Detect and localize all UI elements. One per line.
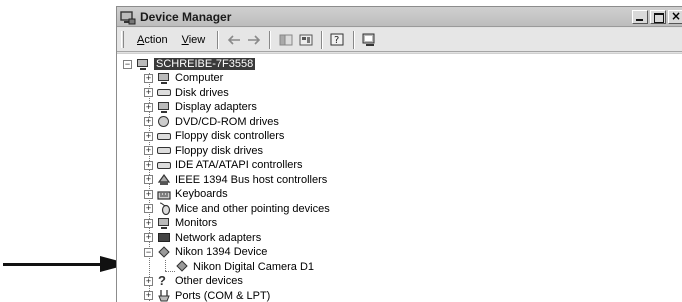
tree-item-monitors[interactable]: + Monitors: [144, 216, 217, 230]
toolbar-separator: [269, 30, 272, 49]
expand-expander[interactable]: +: [144, 73, 153, 83]
tree-item-ide-controllers[interactable]: + IDE ATA/ATAPI controllers: [144, 158, 303, 172]
tree-item-ieee1394[interactable]: + IEEE 1394 Bus host controllers: [144, 173, 327, 187]
tree-item-label: Keyboards: [175, 188, 228, 200]
collapse-expander[interactable]: −: [123, 59, 132, 69]
expand-expander[interactable]: +: [144, 276, 153, 286]
tree-item-label: IDE ATA/ATAPI controllers: [175, 159, 303, 171]
help-icon[interactable]: ?: [328, 31, 348, 49]
toolbar-separator: [353, 30, 356, 49]
unknown-device-icon: ?: [158, 272, 166, 288]
screenshot-stage: Device Manager × Action View ? − SCHREIB…: [0, 0, 682, 302]
tree-item-mice[interactable]: + Mice and other pointing devices: [144, 202, 330, 216]
tree-item-dvd-cdrom[interactable]: + DVD/CD-ROM drives: [144, 115, 279, 129]
expand-expander[interactable]: +: [144, 160, 153, 170]
tree-root[interactable]: − SCHREIBE-7F3558: [123, 57, 256, 71]
tree-item-floppy-drives[interactable]: + Floppy disk drives: [144, 144, 263, 158]
back-icon[interactable]: [224, 31, 244, 49]
monitor-icon: [157, 217, 171, 230]
collapse-expander[interactable]: −: [144, 247, 153, 257]
expand-expander[interactable]: +: [144, 102, 153, 112]
minimize-button[interactable]: [632, 10, 648, 24]
toolbar-grip[interactable]: [121, 31, 124, 48]
root-label: SCHREIBE-7F3558: [154, 58, 256, 70]
device-manager-window: Device Manager × Action View ? − SCHREIB…: [116, 6, 682, 302]
tree-item-label: Network adapters: [175, 231, 262, 244]
tree-item-label: Other devices: [175, 275, 243, 287]
tree-item-disk-drives[interactable]: + Disk drives: [144, 86, 229, 100]
network-icon: [157, 231, 171, 244]
properties-icon[interactable]: [296, 31, 316, 49]
device-manager-icon: [120, 10, 136, 24]
dvd-drive-icon: [157, 115, 171, 128]
scan-hardware-icon[interactable]: [360, 31, 380, 49]
expand-expander[interactable]: +: [144, 175, 153, 184]
floppy-drive-icon: [157, 144, 171, 157]
tree-item-ports[interactable]: + Ports (COM & LPT): [144, 289, 270, 302]
show-hide-console-tree-icon[interactable]: [276, 31, 296, 49]
expand-expander[interactable]: +: [144, 88, 153, 97]
tree-item-display-adapters[interactable]: + Display adapters: [144, 100, 257, 114]
tree-item-label: Floppy disk drives: [175, 144, 264, 157]
title-bar[interactable]: Device Manager ×: [117, 7, 682, 27]
keyboard-icon: [157, 188, 171, 201]
expand-expander[interactable]: +: [144, 204, 153, 213]
expand-expander[interactable]: +: [144, 146, 153, 155]
computer-icon: [157, 72, 171, 85]
tree-item-label: Nikon Digital Camera D1: [193, 260, 315, 273]
port-icon: [157, 289, 171, 302]
tree-item-nikon-camera[interactable]: Nikon Digital Camera D1: [175, 260, 314, 274]
expand-expander[interactable]: +: [144, 131, 153, 141]
expand-expander[interactable]: +: [144, 291, 153, 300]
tree-item-label: Ports (COM & LPT): [175, 289, 271, 302]
tree-item-label: Nikon 1394 Device: [175, 246, 268, 258]
menu-toolbar: Action View ?: [117, 28, 682, 52]
toolbar-separator: [217, 30, 220, 49]
window-controls: ×: [632, 10, 682, 24]
nikon-device-icon: [157, 245, 171, 259]
tree-item-label: DVD/CD-ROM drives: [175, 115, 279, 128]
tree-item-label: IEEE 1394 Bus host controllers: [175, 173, 328, 186]
svg-text:?: ?: [334, 35, 339, 46]
toolbar-separator: [321, 30, 324, 49]
maximize-button[interactable]: [650, 10, 666, 24]
expand-expander[interactable]: +: [144, 189, 153, 199]
close-button[interactable]: ×: [668, 10, 682, 24]
tree-item-label: Floppy disk controllers: [175, 130, 285, 142]
tree-item-nikon-1394[interactable]: − Nikon 1394 Device: [144, 245, 267, 259]
tree-item-keyboards[interactable]: + Keyboards: [144, 187, 228, 201]
tree-item-computer[interactable]: + Computer: [144, 71, 223, 85]
computer-icon: [136, 58, 150, 71]
menu-action[interactable]: Action: [130, 34, 175, 46]
device-tree: − SCHREIBE-7F3558 + Computer + Disk driv…: [117, 53, 682, 302]
camera-device-icon: [175, 260, 189, 273]
expand-expander[interactable]: +: [144, 117, 153, 126]
tree-item-label: Mice and other pointing devices: [175, 202, 330, 215]
disk-drive-icon: [157, 86, 171, 99]
tree-item-other-devices[interactable]: + ? Other devices: [144, 272, 243, 288]
tree-item-label: Computer: [175, 72, 224, 84]
tree-item-label: Display adapters: [175, 101, 257, 113]
display-adapter-icon: [157, 101, 171, 114]
expand-expander[interactable]: +: [144, 218, 153, 228]
forward-icon[interactable]: [244, 31, 264, 49]
mouse-icon: [157, 202, 171, 216]
tree-item-floppy-controllers[interactable]: + Floppy disk controllers: [144, 129, 284, 143]
tree-item-network-adapters[interactable]: + Network adapters: [144, 231, 261, 245]
controller-icon: [157, 130, 171, 143]
tree-item-label: Monitors: [175, 217, 218, 229]
window-title: Device Manager: [140, 9, 232, 24]
controller-icon: [157, 159, 171, 172]
menu-view[interactable]: View: [175, 34, 213, 46]
firewire-icon: [157, 173, 171, 186]
expand-expander[interactable]: +: [144, 233, 153, 242]
tree-item-label: Disk drives: [175, 86, 229, 99]
